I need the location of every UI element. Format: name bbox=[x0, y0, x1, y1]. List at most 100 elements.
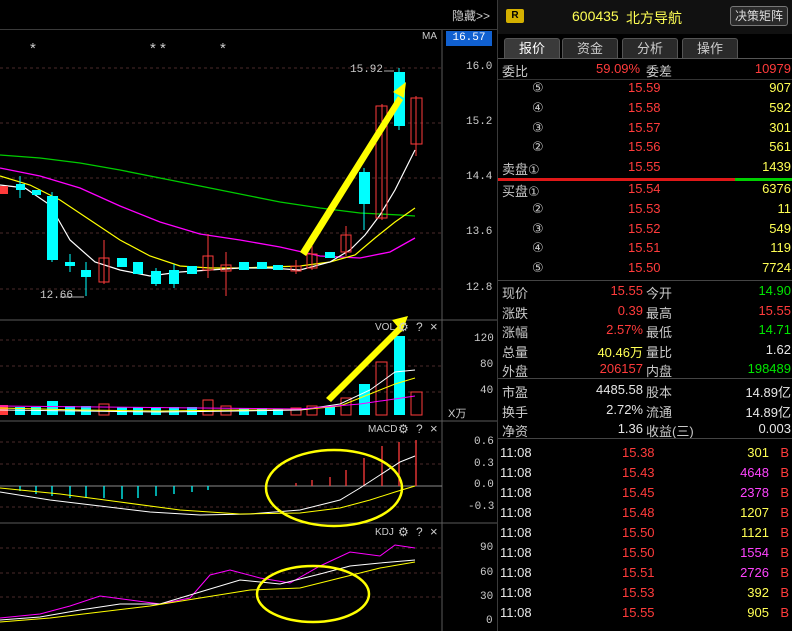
tick-price: 15.38 bbox=[622, 445, 655, 460]
tab-operation[interactable]: 操作 bbox=[682, 38, 738, 58]
order-price: 15.52 bbox=[628, 220, 661, 236]
order-price: 15.50 bbox=[628, 260, 661, 276]
tick-price: 15.43 bbox=[622, 465, 655, 480]
quote-panel: R 600435 北方导航 决策矩阵 报价 资金 分析 操作 委比 59.09%… bbox=[497, 0, 792, 631]
macd-tick: 0.3 bbox=[474, 458, 494, 470]
order-price: 15.53 bbox=[628, 200, 661, 216]
fund-value: 14.89亿 bbox=[745, 385, 791, 400]
order-price: 15.59 bbox=[628, 80, 661, 95]
order-level: ③ bbox=[532, 220, 544, 236]
vol-label: VOL bbox=[375, 322, 396, 333]
order-level: ④ bbox=[532, 240, 544, 256]
fund-value: 0.003 bbox=[758, 421, 791, 437]
vol-tick: 40 bbox=[480, 385, 494, 397]
macd-close-icon[interactable]: × bbox=[430, 421, 438, 436]
tick-volume: 1554 bbox=[740, 545, 769, 560]
tab-funds[interactable]: 资金 bbox=[562, 38, 618, 58]
decision-matrix-button[interactable]: 决策矩阵 bbox=[730, 6, 788, 26]
tick-side: B bbox=[780, 585, 789, 600]
stat-label: 今开 bbox=[646, 286, 673, 301]
tick-time: 11:08 bbox=[500, 505, 532, 520]
order-volume: 119 bbox=[770, 240, 791, 256]
order-volume: 907 bbox=[769, 80, 791, 95]
r-badge: R bbox=[506, 9, 524, 23]
fund-label: 市盈 bbox=[502, 385, 529, 400]
kdj-tick: 0 bbox=[486, 615, 493, 627]
buy-order-row: ② 15.53 11 bbox=[498, 200, 792, 220]
order-level: ③ bbox=[532, 119, 544, 135]
vol-close-icon[interactable]: × bbox=[430, 319, 438, 334]
tick-time: 11:08 bbox=[500, 565, 532, 580]
order-price: 15.55 bbox=[628, 159, 661, 175]
tick-price: 15.55 bbox=[622, 605, 655, 620]
tick-price: 15.48 bbox=[622, 505, 655, 520]
kdj-close-icon[interactable]: × bbox=[430, 524, 438, 539]
tick-volume: 4648 bbox=[740, 465, 769, 480]
macd-help-icon[interactable]: ? bbox=[416, 422, 423, 436]
fund-value: 2.72% bbox=[606, 401, 643, 417]
tick-price: 15.50 bbox=[622, 525, 655, 540]
order-price: 15.54 bbox=[628, 181, 661, 196]
vol-help-icon[interactable]: ? bbox=[416, 320, 423, 334]
order-price: 15.57 bbox=[628, 119, 661, 135]
vol-settings-gear-icon[interactable]: ⚙ bbox=[398, 320, 409, 334]
kdj-help-icon[interactable]: ? bbox=[416, 525, 423, 539]
kdj-tick: 60 bbox=[480, 567, 494, 579]
tick-volume: 2378 bbox=[740, 485, 769, 500]
tick-row: 11:08 15.48 1207 B bbox=[498, 504, 792, 524]
candles bbox=[0, 68, 423, 296]
tick-row: 11:08 15.53 392 B bbox=[498, 584, 792, 604]
stat-label: 量比 bbox=[646, 344, 673, 360]
vol-unit: X万 bbox=[448, 408, 467, 420]
stock-name: 北方导航 bbox=[626, 10, 682, 26]
sell-order-row: ③ 15.57 301 bbox=[498, 119, 792, 139]
sell-order-row: 卖盘① 15.55 1439 bbox=[498, 158, 792, 178]
order-volume: 592 bbox=[769, 99, 791, 115]
fund-label: 换手 bbox=[502, 404, 529, 420]
macd-settings-gear-icon[interactable]: ⚙ bbox=[398, 422, 409, 436]
tick-time: 11:08 bbox=[500, 605, 532, 620]
fund-value: 1.36 bbox=[617, 421, 643, 437]
order-price: 15.51 bbox=[628, 240, 661, 256]
stat-label: 最低 bbox=[646, 325, 673, 341]
stat-value: 15.55 bbox=[610, 283, 643, 298]
stat-value: 14.71 bbox=[758, 322, 791, 338]
price-tick: 12.8 bbox=[466, 282, 493, 294]
order-level: ⑤ bbox=[532, 260, 544, 276]
tab-quote[interactable]: 报价 bbox=[504, 38, 560, 58]
tick-row: 11:08 15.45 2378 B bbox=[498, 484, 792, 504]
order-price: 15.56 bbox=[628, 139, 661, 155]
order-volume: 1439 bbox=[762, 159, 791, 175]
tick-side: B bbox=[780, 605, 789, 620]
tick-row: 11:08 15.55 905 B bbox=[498, 604, 792, 624]
quote-row: 涨幅 2.57% 最低 14.71 bbox=[498, 321, 792, 341]
current-price-tag: 16.57 bbox=[446, 31, 492, 46]
chart-area[interactable]: 隐藏>> * * * * MA 16.57 16.0 15.2 14.4 13.… bbox=[0, 0, 497, 631]
price-tick: 16.0 bbox=[466, 61, 493, 73]
tick-side: B bbox=[780, 445, 789, 460]
macd-tick: -0.3 bbox=[468, 501, 495, 513]
stat-label: 最高 bbox=[646, 305, 673, 321]
tab-analysis[interactable]: 分析 bbox=[622, 38, 678, 58]
high-price-label: 15.92 bbox=[350, 64, 384, 76]
kdj-settings-gear-icon[interactable]: ⚙ bbox=[398, 525, 409, 539]
buy-order-row: ⑤ 15.50 7724 bbox=[498, 259, 792, 279]
stat-value: 15.55 bbox=[758, 302, 791, 318]
tick-row: 11:08 15.50 1554 B bbox=[498, 544, 792, 564]
tick-time: 11:08 bbox=[500, 485, 532, 500]
marker-stars-1: * bbox=[30, 40, 36, 57]
order-level: 卖盘① bbox=[502, 162, 540, 178]
tick-time: 11:08 bbox=[500, 445, 532, 460]
tick-side: B bbox=[780, 565, 789, 580]
vol-tick: 80 bbox=[480, 359, 494, 371]
kdj-label: KDJ bbox=[375, 527, 394, 538]
order-level: ② bbox=[532, 200, 544, 216]
stat-label: 总量 bbox=[502, 344, 529, 360]
stock-code: 600435 bbox=[572, 8, 619, 24]
fund-label: 流通 bbox=[646, 404, 673, 420]
fundamental-row: 换手 2.72% 流通 14.89亿 bbox=[498, 401, 792, 421]
order-volume: 6376 bbox=[762, 181, 791, 196]
tick-time: 11:08 bbox=[500, 465, 532, 480]
stat-value: 206157 bbox=[599, 361, 643, 377]
price-tick: 13.6 bbox=[466, 226, 493, 238]
